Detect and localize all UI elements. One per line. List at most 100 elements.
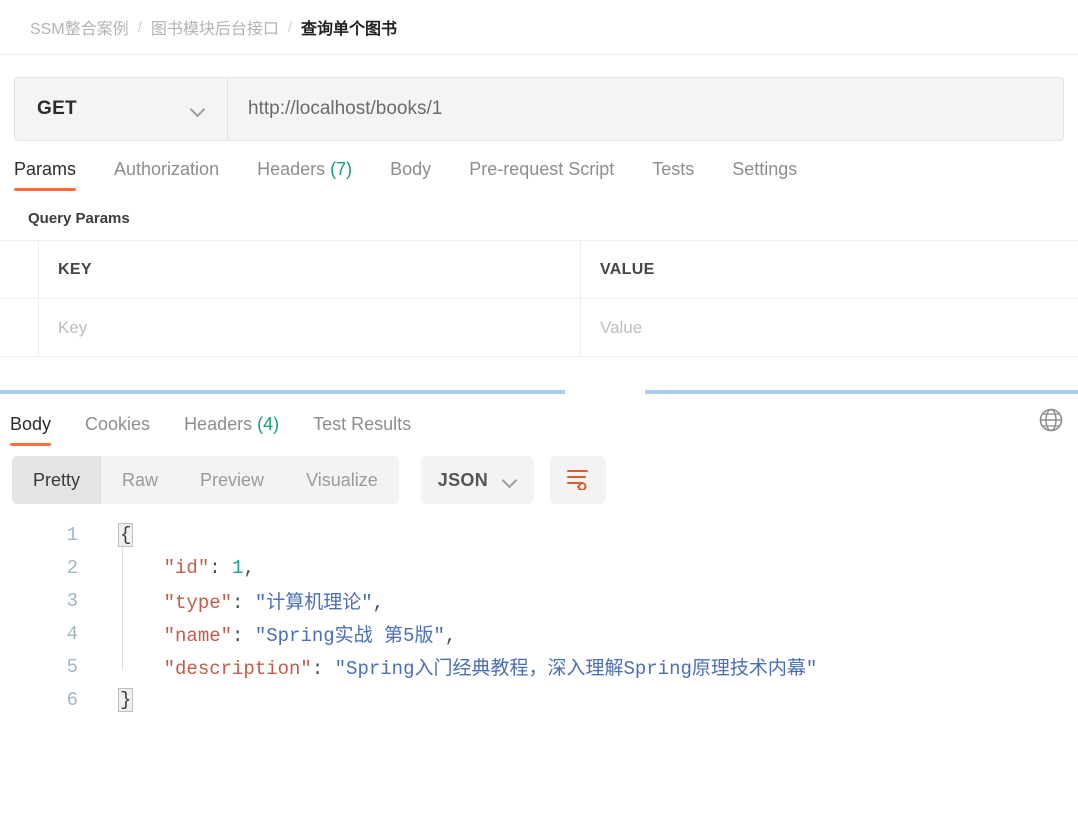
response-tab-headers[interactable]: Headers (4) <box>184 414 279 446</box>
splitter-line <box>0 390 1078 394</box>
code-content: "type": "计算机理论", <box>78 587 384 614</box>
response-format-toolbar: Pretty Raw Preview Visualize JSON <box>0 446 1078 504</box>
json-string: "计算机理论" <box>254 592 373 614</box>
code-content: "name": "Spring实战 第5版", <box>78 620 457 647</box>
response-tab-cookies[interactable]: Cookies <box>85 414 150 446</box>
json-key: "description" <box>163 658 312 680</box>
request-url-input[interactable]: http://localhost/books/1 <box>228 78 1063 140</box>
line-number: 6 <box>66 688 78 711</box>
column-header-value-label: VALUE <box>600 260 655 278</box>
line-number: 5 <box>66 655 78 678</box>
response-tabs: Body Cookies Headers (4) Test Results <box>0 398 1078 446</box>
globe-icon[interactable] <box>1038 407 1064 438</box>
tab-headers-count: (7) <box>330 159 353 179</box>
json-colon: : <box>232 625 255 647</box>
json-comma: , <box>243 556 255 579</box>
line-number: 3 <box>66 589 78 612</box>
response-tab-body[interactable]: Body <box>10 414 52 446</box>
response-language-dropdown[interactable]: JSON <box>420 456 534 504</box>
code-line: 5 "description": "Spring入门经典教程，深入理解Sprin… <box>0 650 1078 683</box>
breadcrumb-separator: / <box>137 18 142 36</box>
response-language-label: JSON <box>437 469 488 490</box>
code-content: { <box>78 522 134 547</box>
column-header-value: VALUE <box>581 241 1078 298</box>
param-value-input[interactable]: Value <box>581 299 1078 356</box>
tab-body-label: Body <box>390 159 432 179</box>
tab-authorization[interactable]: Authorization <box>114 159 219 191</box>
view-mode-preview[interactable]: Preview <box>179 456 285 504</box>
line-number: 4 <box>66 622 78 645</box>
tab-pre-request-script-label: Pre-request Script <box>469 159 615 179</box>
response-tab-body-label: Body <box>10 414 52 434</box>
close-brace: } <box>118 687 134 712</box>
json-colon: : <box>232 592 255 614</box>
code-line: 3 "type": "计算机理论", <box>0 584 1078 617</box>
breadcrumb-item-collection[interactable]: SSM整合案例 <box>30 15 129 39</box>
tab-headers-label: Headers <box>257 159 326 179</box>
json-key: "id" <box>163 556 210 579</box>
panel-splitter[interactable] <box>0 357 1078 398</box>
line-number: 1 <box>66 523 78 546</box>
response-tab-test-results[interactable]: Test Results <box>313 414 411 446</box>
line-number: 2 <box>66 556 78 579</box>
tab-body[interactable]: Body <box>390 159 431 191</box>
code-line: 1 { <box>0 518 1078 551</box>
json-key: "name" <box>163 625 233 647</box>
response-tab-headers-count: (4) <box>257 414 280 434</box>
response-tab-headers-label: Headers <box>184 414 253 434</box>
breadcrumb-item-request[interactable]: 查询单个图书 <box>301 15 397 39</box>
code-content: } <box>78 687 134 712</box>
json-key: "type" <box>163 592 233 614</box>
response-tab-cookies-label: Cookies <box>85 414 151 434</box>
tab-tests-label: Tests <box>652 159 695 179</box>
tab-params[interactable]: Params <box>14 159 77 191</box>
breadcrumb: SSM整合案例 / 图书模块后台接口 / 查询单个图书 <box>0 0 1078 55</box>
tab-settings[interactable]: Settings <box>732 159 797 191</box>
view-mode-raw[interactable]: Raw <box>101 456 179 504</box>
json-colon: : <box>311 658 335 680</box>
tab-headers[interactable]: Headers (7) <box>257 159 352 191</box>
param-key-placeholder: Key <box>58 317 88 337</box>
column-header-key-label: KEY <box>58 260 92 278</box>
code-content: "description": "Spring入门经典教程，深入理解Spring原… <box>78 653 818 680</box>
json-string: "Spring实战 第5版" <box>254 625 445 647</box>
param-value-placeholder: Value <box>600 317 643 337</box>
breadcrumb-item-folder[interactable]: 图书模块后台接口 <box>151 15 279 39</box>
tab-pre-request-script[interactable]: Pre-request Script <box>469 159 614 191</box>
request-url-bar: GET http://localhost/books/1 <box>0 55 1078 141</box>
json-colon: : <box>209 556 233 579</box>
view-mode-visualize-label: Visualize <box>306 469 378 490</box>
param-key-input[interactable]: Key <box>39 299 581 356</box>
wrap-lines-icon <box>565 466 591 495</box>
select-all-checkbox-cell[interactable] <box>0 241 39 298</box>
view-mode-raw-label: Raw <box>122 469 159 490</box>
tab-settings-label: Settings <box>732 159 798 179</box>
view-mode-preview-label: Preview <box>200 469 265 490</box>
chevron-down-icon <box>503 473 517 487</box>
row-checkbox-cell[interactable] <box>0 299 39 356</box>
json-number: 1 <box>232 556 244 579</box>
wrap-lines-button[interactable] <box>550 456 606 504</box>
view-mode-visualize[interactable]: Visualize <box>285 456 399 504</box>
view-mode-pretty[interactable]: Pretty <box>12 456 102 504</box>
splitter-drag-handle[interactable] <box>565 387 645 397</box>
breadcrumb-separator: / <box>287 18 293 36</box>
tab-authorization-label: Authorization <box>114 159 220 179</box>
view-mode-pretty-label: Pretty <box>33 469 81 490</box>
open-brace: { <box>118 522 134 547</box>
code-line: 4 "name": "Spring实战 第5版", <box>0 617 1078 650</box>
query-params-table: KEY VALUE Key Value <box>0 240 1078 357</box>
tab-params-label: Params <box>14 159 77 179</box>
table-header-row: KEY VALUE <box>0 241 1078 299</box>
http-method-dropdown[interactable]: GET <box>15 78 228 140</box>
json-comma: , <box>444 625 457 647</box>
response-body-viewer[interactable]: 1 { 2 "id": 1, 3 "type": "计算机理论", 4 "nam… <box>0 504 1078 716</box>
response-view-mode-group: Pretty Raw Preview Visualize <box>12 456 399 504</box>
tab-tests[interactable]: Tests <box>652 159 694 191</box>
json-comma: , <box>372 592 385 614</box>
code-content: "id": 1, <box>78 557 255 579</box>
response-tab-test-results-label: Test Results <box>313 414 412 434</box>
